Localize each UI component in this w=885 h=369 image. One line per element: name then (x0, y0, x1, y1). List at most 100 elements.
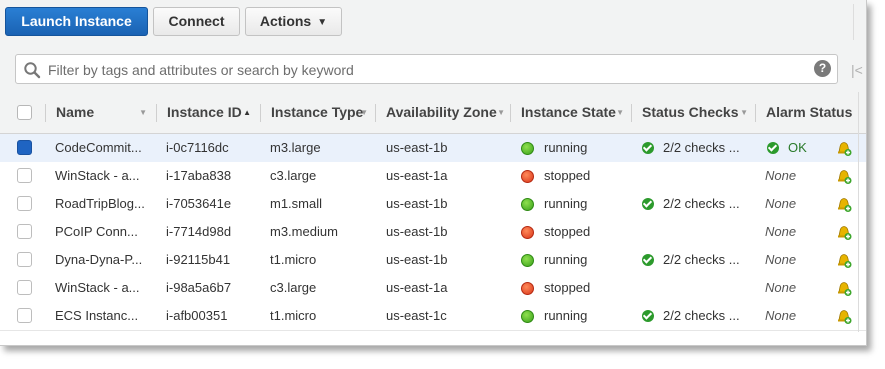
table-row[interactable]: PCoIP Conn... i-7714d98d m3.medium us-ea… (0, 218, 866, 247)
status-checks[interactable]: 2/2 checks ... (663, 302, 751, 330)
actions-button-label: Actions (259, 13, 312, 29)
table-row[interactable]: WinStack - a... i-98a5a6b7 c3.large us-e… (0, 274, 866, 303)
create-alarm-icon[interactable] (835, 251, 853, 269)
instance-state: running (544, 140, 588, 155)
table-row[interactable]: CodeCommit... i-0c7116dc m3.large us-eas… (0, 134, 866, 163)
row-checkbox[interactable] (17, 168, 32, 183)
launch-instance-button[interactable]: Launch Instance (5, 7, 148, 36)
sort-ascending-icon: ▲ (243, 108, 251, 117)
column-header-instance-state[interactable]: Instance State ▼ (511, 92, 632, 133)
column-header-alarm-status[interactable]: Alarm Status (756, 92, 866, 133)
instance-state: stopped (544, 168, 591, 183)
column-header-name[interactable]: Name ▼ (46, 92, 157, 133)
search-icon (24, 62, 41, 79)
sort-icon: ▼ (360, 108, 368, 117)
alarm-status: None (765, 224, 797, 239)
instance-type: t1.micro (270, 308, 317, 323)
instance-id: i-0c7116dc (166, 140, 229, 155)
running-state-icon (521, 198, 534, 211)
column-header-instance-id[interactable]: Instance ID ▲ (157, 92, 261, 133)
column-label: Status Checks (642, 104, 739, 120)
toolbar-edge (853, 4, 866, 40)
instance-state: stopped (544, 224, 591, 239)
ec2-instances-panel: Launch Instance Connect Actions ▼ ? |< Na… (0, 0, 867, 346)
create-alarm-icon[interactable] (835, 307, 853, 325)
alarm-status: None (765, 252, 797, 267)
row-checkbox[interactable] (17, 140, 32, 155)
table-row[interactable]: ECS Instanc... i-afb00351 t1.micro us-ea… (0, 302, 866, 331)
column-label: Instance State (521, 104, 616, 120)
row-checkbox[interactable] (17, 308, 32, 323)
instance-state: running (544, 196, 588, 211)
running-state-icon (521, 142, 534, 155)
table-row[interactable]: RoadTripBlog... i-7053641e m1.small us-e… (0, 190, 866, 219)
select-all-checkbox[interactable] (17, 105, 32, 120)
alarm-status: None (765, 196, 797, 211)
select-all-column (0, 92, 46, 133)
sort-icon: ▼ (740, 108, 748, 117)
filter-bar: ? |< (0, 47, 866, 92)
row-checkbox[interactable] (17, 252, 32, 267)
instance-id: i-7714d98d (166, 224, 232, 239)
column-header-status-checks[interactable]: Status Checks ▼ (632, 92, 756, 133)
stopped-state-icon (521, 226, 534, 239)
instance-type: m3.large (270, 140, 321, 155)
instance-type: c3.large (270, 168, 317, 183)
alarm-status[interactable]: OK (788, 134, 828, 162)
alarm-status: None (765, 168, 797, 183)
instance-state: running (544, 252, 588, 267)
create-alarm-icon[interactable] (835, 279, 853, 297)
first-page-icon[interactable]: |< (851, 62, 863, 78)
sort-icon: ▼ (497, 108, 505, 117)
table-row[interactable]: Dyna-Dyna-P... i-92115b41 t1.micro us-ea… (0, 246, 866, 275)
availability-zone: us-east-1a (386, 168, 448, 183)
status-checks[interactable]: 2/2 checks ... (663, 134, 751, 162)
connect-button[interactable]: Connect (153, 7, 240, 36)
table-row[interactable]: WinStack - a... i-17aba838 c3.large us-e… (0, 162, 866, 191)
table-header: Name ▼ Instance ID ▲ Instance Type ▼ Ava… (0, 92, 866, 134)
table-right-edge (858, 92, 859, 332)
status-checks[interactable]: 2/2 checks ... (663, 190, 751, 218)
sort-icon: ▼ (616, 108, 624, 117)
create-alarm-icon[interactable] (835, 139, 853, 157)
instance-state: running (544, 308, 588, 323)
search-input[interactable] (46, 59, 790, 81)
column-label: Availability Zone (386, 104, 497, 120)
help-icon[interactable]: ? (814, 60, 831, 77)
row-checkbox[interactable] (17, 224, 32, 239)
row-checkbox[interactable] (17, 280, 32, 295)
create-alarm-icon[interactable] (835, 195, 853, 213)
instance-state: stopped (544, 280, 591, 295)
instance-name: ECS Instanc... (55, 308, 139, 323)
search-box[interactable]: ? (15, 54, 838, 84)
toolbar: Launch Instance Connect Actions ▼ (0, 0, 866, 48)
instance-name: RoadTripBlog... (55, 196, 145, 211)
availability-zone: us-east-1b (386, 140, 448, 155)
stopped-state-icon (521, 282, 534, 295)
availability-zone: us-east-1b (386, 196, 448, 211)
alarm-status: None (765, 308, 797, 323)
actions-button[interactable]: Actions ▼ (245, 7, 342, 36)
availability-zone: us-east-1b (386, 224, 448, 239)
instance-name: WinStack - a... (55, 168, 140, 183)
column-label: Instance ID (167, 104, 242, 120)
alarm-ok-icon (767, 142, 779, 154)
status-check-icon (642, 254, 654, 266)
instance-type: m1.small (270, 196, 323, 211)
instance-name: WinStack - a... (55, 280, 140, 295)
stopped-state-icon (521, 170, 534, 183)
alarm-status: None (765, 280, 797, 295)
column-header-availability-zone[interactable]: Availability Zone ▼ (376, 92, 511, 133)
chevron-down-icon: ▼ (317, 17, 328, 28)
create-alarm-icon[interactable] (835, 223, 853, 241)
sort-icon: ▼ (139, 108, 147, 117)
status-check-icon (642, 198, 654, 210)
status-checks[interactable]: 2/2 checks ... (663, 246, 751, 274)
column-header-instance-type[interactable]: Instance Type ▼ (261, 92, 376, 133)
create-alarm-icon[interactable] (835, 167, 853, 185)
column-label: Alarm Status (766, 104, 853, 120)
column-label: Name (56, 104, 95, 120)
row-checkbox[interactable] (17, 196, 32, 211)
column-label: Instance Type (271, 104, 364, 120)
instance-id: i-7053641e (166, 196, 232, 211)
